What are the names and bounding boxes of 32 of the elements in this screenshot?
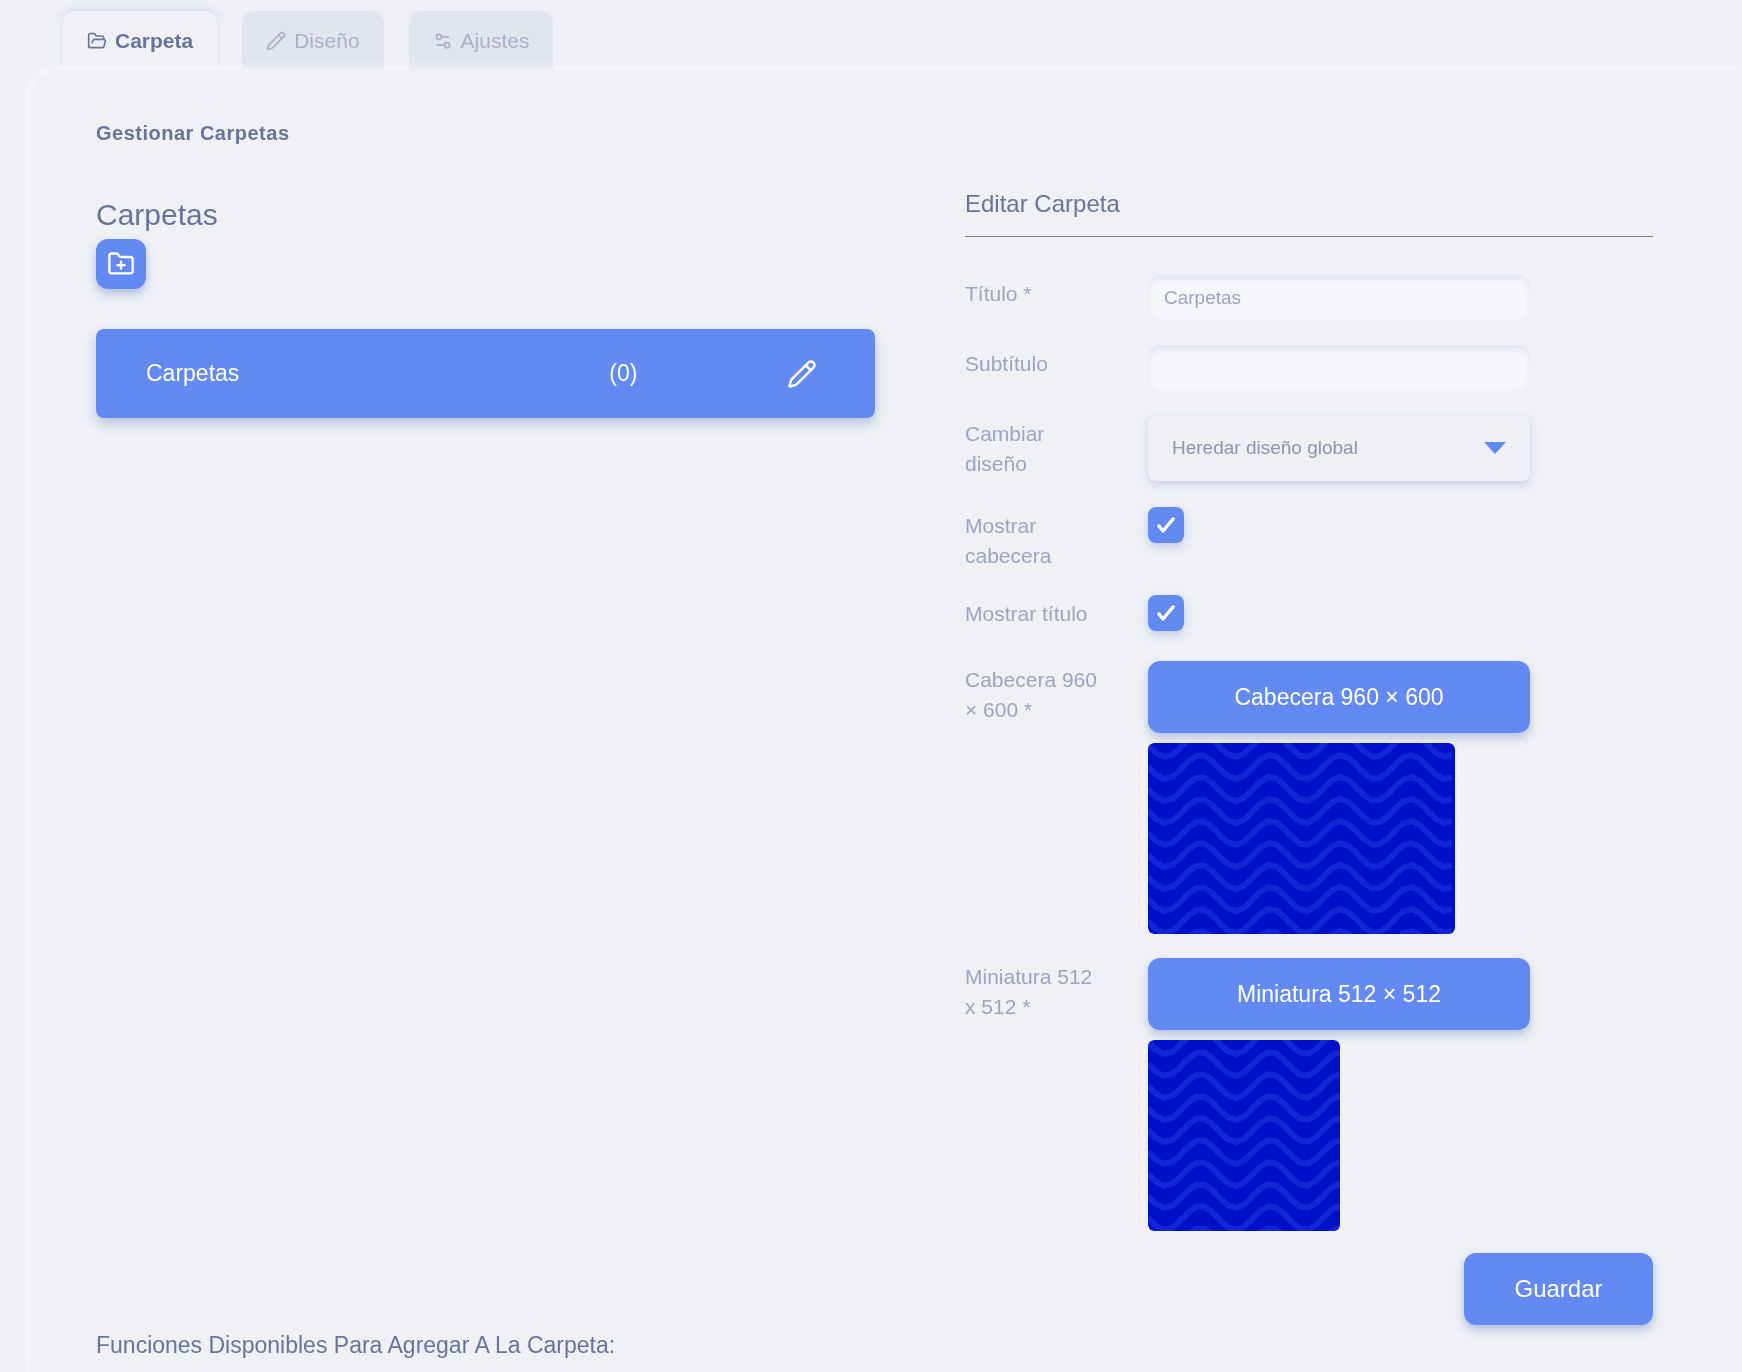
edit-heading: Editar Carpeta bbox=[965, 189, 1120, 219]
checkmark-icon bbox=[1157, 517, 1175, 533]
pencil-icon bbox=[266, 30, 287, 51]
field-label: Miniatura 512 x 512 * bbox=[965, 964, 1094, 1020]
save-button[interactable]: Guardar bbox=[1464, 1253, 1653, 1325]
field-label: Título * bbox=[965, 281, 1033, 307]
dropdown-caret-icon bbox=[1484, 442, 1506, 454]
field-label: Mostrar título bbox=[965, 601, 1089, 627]
edit-pencil-icon[interactable] bbox=[787, 358, 817, 389]
upload-button[interactable]: Miniatura 512 × 512 bbox=[1148, 958, 1530, 1030]
text-field[interactable]: Carpetas bbox=[1148, 275, 1530, 321]
footer-text: Funciones Disponibles Para Agregar A La Carpeta: bbox=[96, 1331, 616, 1360]
tab[interactable]: Diseño bbox=[242, 11, 384, 70]
folders-heading: Carpetas bbox=[96, 197, 218, 233]
tab[interactable]: Ajustes bbox=[408, 11, 554, 70]
design-select[interactable]: Heredar diseño global bbox=[1148, 415, 1530, 481]
checkmark-icon bbox=[1157, 605, 1175, 621]
add-folder-button[interactable] bbox=[96, 239, 146, 289]
folder-icon bbox=[87, 30, 107, 51]
field-label: Subtítulo bbox=[965, 351, 1049, 377]
folder-plus-icon bbox=[107, 250, 135, 278]
checkbox[interactable] bbox=[1148, 507, 1184, 543]
field-label: Cabecera 960 × 600 * bbox=[965, 667, 1098, 723]
tab[interactable]: Carpeta bbox=[63, 11, 218, 70]
checkbox[interactable] bbox=[1148, 595, 1184, 631]
folder-name: Carpetas bbox=[146, 359, 240, 389]
folder-row[interactable]: Carpetas (0) bbox=[96, 329, 875, 418]
upload-button[interactable]: Cabecera 960 × 600 bbox=[1148, 661, 1530, 733]
section-title: Gestionar Carpetas bbox=[96, 121, 290, 146]
item-count: (0) bbox=[609, 359, 638, 389]
field-label: Mostrar cabecera bbox=[965, 513, 1053, 569]
field-label: Cambiar diseño bbox=[965, 421, 1046, 477]
